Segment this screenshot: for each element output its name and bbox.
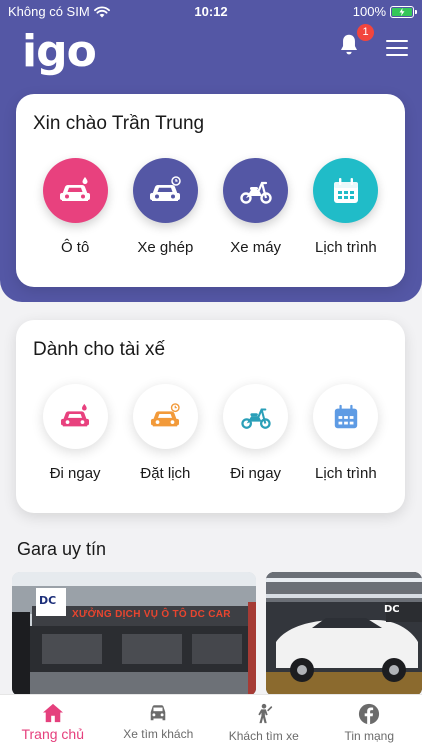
bottom-tab-bar: Trang chủ Xe tìm khách Khách tìm xe Tin …: [0, 694, 422, 750]
facebook-icon: [359, 703, 380, 725]
gara-card[interactable]: DC XƯỞNG DỊCH VỤ Ô TÔ DC CAR: [12, 572, 256, 696]
driver-go-now-bike-label: Đi ngay: [230, 465, 282, 482]
driver-schedule-ride-label: Đặt lịch: [140, 465, 191, 482]
driver-go-now-car-label: Đi ngay: [49, 465, 101, 482]
driver-schedule-ride[interactable]: Đặt lịch: [125, 384, 205, 482]
driver-card: Dành cho tài xế Đi ngay Đặt lịch Đi ngay…: [16, 320, 405, 513]
motorbike-icon: [223, 384, 289, 449]
driver-schedule[interactable]: Lịch trình: [306, 384, 386, 482]
battery-percent: 100%: [352, 4, 386, 19]
calendar-icon: [313, 384, 379, 449]
tab-news-label: Tin mạng: [344, 729, 395, 743]
service-car[interactable]: Ô tô: [35, 158, 115, 256]
car-front-icon: [150, 705, 166, 721]
service-shared-car-label: Xe ghép: [137, 239, 194, 256]
igo-logo: igo: [22, 26, 97, 77]
battery-icon: [390, 5, 417, 18]
gara-logo: DC: [384, 604, 400, 615]
tab-news[interactable]: Tin mạng: [317, 695, 422, 750]
service-schedule[interactable]: Lịch trình: [306, 158, 386, 256]
tab-driver-find-customer-label: Xe tìm khách: [123, 727, 194, 741]
tab-driver-find-customer[interactable]: Xe tìm khách: [106, 695, 212, 750]
driver-schedule-label: Lịch trình: [315, 465, 377, 482]
service-car-label: Ô tô: [60, 239, 90, 256]
scheduled-car-icon: [132, 384, 198, 449]
tab-home[interactable]: Trang chủ: [0, 695, 106, 750]
driver-go-now-car[interactable]: Đi ngay: [35, 384, 115, 482]
calendar-icon: [313, 158, 379, 223]
service-motorbike-label: Xe máy: [230, 239, 282, 256]
gara-photo: [12, 572, 256, 696]
home-icon: [42, 703, 63, 723]
status-bar: Không có SIM 10:12 100%: [0, 0, 422, 24]
tab-customer-find-car-label: Khách tìm xe: [228, 729, 299, 743]
menu-icon[interactable]: [386, 40, 408, 58]
shared-car-icon: [132, 158, 198, 223]
service-shared-car[interactable]: Xe ghép: [125, 158, 205, 256]
gara-carousel[interactable]: DC XƯỞNG DỊCH VỤ Ô TÔ DC CAR DC: [12, 572, 422, 696]
gara-photo: [266, 572, 422, 696]
driver-title: Dành cho tài xế: [33, 339, 166, 360]
gara-card[interactable]: DC: [266, 572, 422, 696]
greeting-title: Xin chào Trần Trung: [33, 113, 205, 134]
service-schedule-label: Lịch trình: [315, 239, 377, 256]
gara-sign-text: XƯỞNG DỊCH VỤ Ô TÔ DC CAR: [72, 609, 231, 620]
driver-grid: Đi ngay Đặt lịch Đi ngay Lịch trình: [16, 384, 405, 482]
notification-badge: 1: [357, 24, 374, 41]
service-motorbike[interactable]: Xe máy: [216, 158, 296, 256]
greeting-card: Xin chào Trần Trung Ô tô Xe ghép Xe máy …: [16, 94, 405, 287]
tab-home-label: Trang chủ: [21, 726, 84, 742]
person-icon: [258, 703, 272, 724]
motorbike-icon: [223, 158, 289, 223]
tab-customer-find-car[interactable]: Khách tìm xe: [211, 695, 317, 750]
gara-section-title: Gara uy tín: [17, 539, 107, 559]
driver-go-now-bike[interactable]: Đi ngay: [216, 384, 296, 482]
battery-group: 100%: [352, 4, 417, 19]
car-icon: [42, 384, 108, 449]
service-grid: Ô tô Xe ghép Xe máy Lịch trình: [16, 158, 405, 256]
gara-logo: DC: [39, 594, 57, 607]
car-icon: [42, 158, 108, 223]
